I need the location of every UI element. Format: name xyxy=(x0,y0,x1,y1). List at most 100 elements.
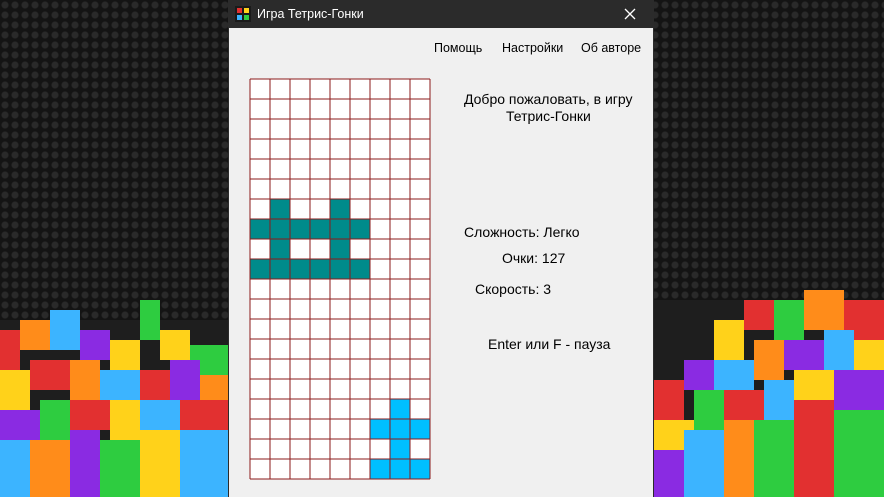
game-board[interactable] xyxy=(249,78,431,480)
board-cell xyxy=(350,99,370,119)
player-car-cell xyxy=(330,239,350,259)
board-cell xyxy=(370,399,390,419)
board-cell xyxy=(290,139,310,159)
board-cell xyxy=(290,159,310,179)
board-cell xyxy=(390,99,410,119)
board-cell xyxy=(310,239,330,259)
player-car-cell xyxy=(290,259,310,279)
board-cell xyxy=(270,79,290,99)
board-cell xyxy=(390,219,410,239)
board-cell xyxy=(390,259,410,279)
menu-item-settings[interactable]: Настройки xyxy=(502,41,563,55)
obstacle-car-cell xyxy=(390,399,410,419)
board-cell xyxy=(250,199,270,219)
board-cell xyxy=(250,339,270,359)
board-cell xyxy=(270,99,290,119)
board-cell xyxy=(350,359,370,379)
game-window: Игра Тетрис-Гонки Помощь Настройки Об ав… xyxy=(229,0,653,497)
board-cell xyxy=(370,179,390,199)
board-cell xyxy=(290,239,310,259)
player-car-cell xyxy=(290,219,310,239)
board-cell xyxy=(250,279,270,299)
board-cell xyxy=(290,299,310,319)
board-cell xyxy=(310,319,330,339)
board-cell xyxy=(350,319,370,339)
board-cell xyxy=(410,199,430,219)
pause-hint: Enter или F - пауза xyxy=(488,336,611,352)
board-cell xyxy=(330,79,350,99)
board-cell xyxy=(410,219,430,239)
board-cell xyxy=(290,179,310,199)
board-cell xyxy=(310,459,330,479)
board-cell xyxy=(390,379,410,399)
board-cell xyxy=(290,399,310,419)
board-cell xyxy=(370,219,390,239)
menu-item-help[interactable]: Помощь xyxy=(434,41,482,55)
menu-item-about[interactable]: Об авторе xyxy=(581,41,641,55)
board-cell xyxy=(330,319,350,339)
board-cell xyxy=(350,439,370,459)
obstacle-car-cell xyxy=(370,419,390,439)
board-cell xyxy=(270,339,290,359)
board-cell xyxy=(270,439,290,459)
board-cell xyxy=(270,139,290,159)
board-cell xyxy=(270,159,290,179)
board-cell xyxy=(290,359,310,379)
board-cell xyxy=(290,339,310,359)
board-cell xyxy=(330,99,350,119)
board-cell xyxy=(250,139,270,159)
obstacle-car-cell xyxy=(390,419,410,439)
board-cell xyxy=(350,399,370,419)
board-cell xyxy=(390,299,410,319)
player-car-cell xyxy=(270,199,290,219)
board-cell xyxy=(410,299,430,319)
board-cell xyxy=(350,419,370,439)
board-cell xyxy=(270,419,290,439)
board-cell xyxy=(250,179,270,199)
board-cell xyxy=(410,119,430,139)
board-cell xyxy=(350,379,370,399)
board-cell xyxy=(410,339,430,359)
board-cell xyxy=(310,79,330,99)
obstacle-car-cell xyxy=(410,459,430,479)
board-cell xyxy=(270,299,290,319)
player-car-cell xyxy=(350,219,370,239)
obstacle-car-cell xyxy=(390,439,410,459)
board-cell xyxy=(290,419,310,439)
board-cell xyxy=(410,439,430,459)
board-cell xyxy=(370,119,390,139)
board-cell xyxy=(330,179,350,199)
board-cell xyxy=(370,239,390,259)
close-button[interactable] xyxy=(607,0,653,28)
right-tetris-pile xyxy=(654,290,884,497)
board-cell xyxy=(250,319,270,339)
board-cell xyxy=(290,439,310,459)
board-cell xyxy=(250,419,270,439)
board-cell xyxy=(370,299,390,319)
board-cell xyxy=(330,119,350,139)
board-cell xyxy=(310,139,330,159)
board-cell xyxy=(270,379,290,399)
board-cell xyxy=(390,359,410,379)
title-bar[interactable]: Игра Тетрис-Гонки xyxy=(229,0,653,28)
board-cell xyxy=(370,339,390,359)
tetris-app-icon xyxy=(235,6,251,22)
board-cell xyxy=(250,119,270,139)
board-cell xyxy=(250,239,270,259)
board-cell xyxy=(250,159,270,179)
board-cell xyxy=(270,459,290,479)
board-cell xyxy=(270,319,290,339)
board-cell xyxy=(350,339,370,359)
board-cell xyxy=(310,199,330,219)
board-cell xyxy=(330,459,350,479)
board-cell xyxy=(350,159,370,179)
obstacle-car-cell xyxy=(370,459,390,479)
player-car-cell xyxy=(250,219,270,239)
board-cell xyxy=(390,279,410,299)
board-cell xyxy=(370,99,390,119)
board-cell xyxy=(390,199,410,219)
board-cell xyxy=(390,319,410,339)
board-cell xyxy=(330,439,350,459)
board-cell xyxy=(290,459,310,479)
player-car-cell xyxy=(330,219,350,239)
